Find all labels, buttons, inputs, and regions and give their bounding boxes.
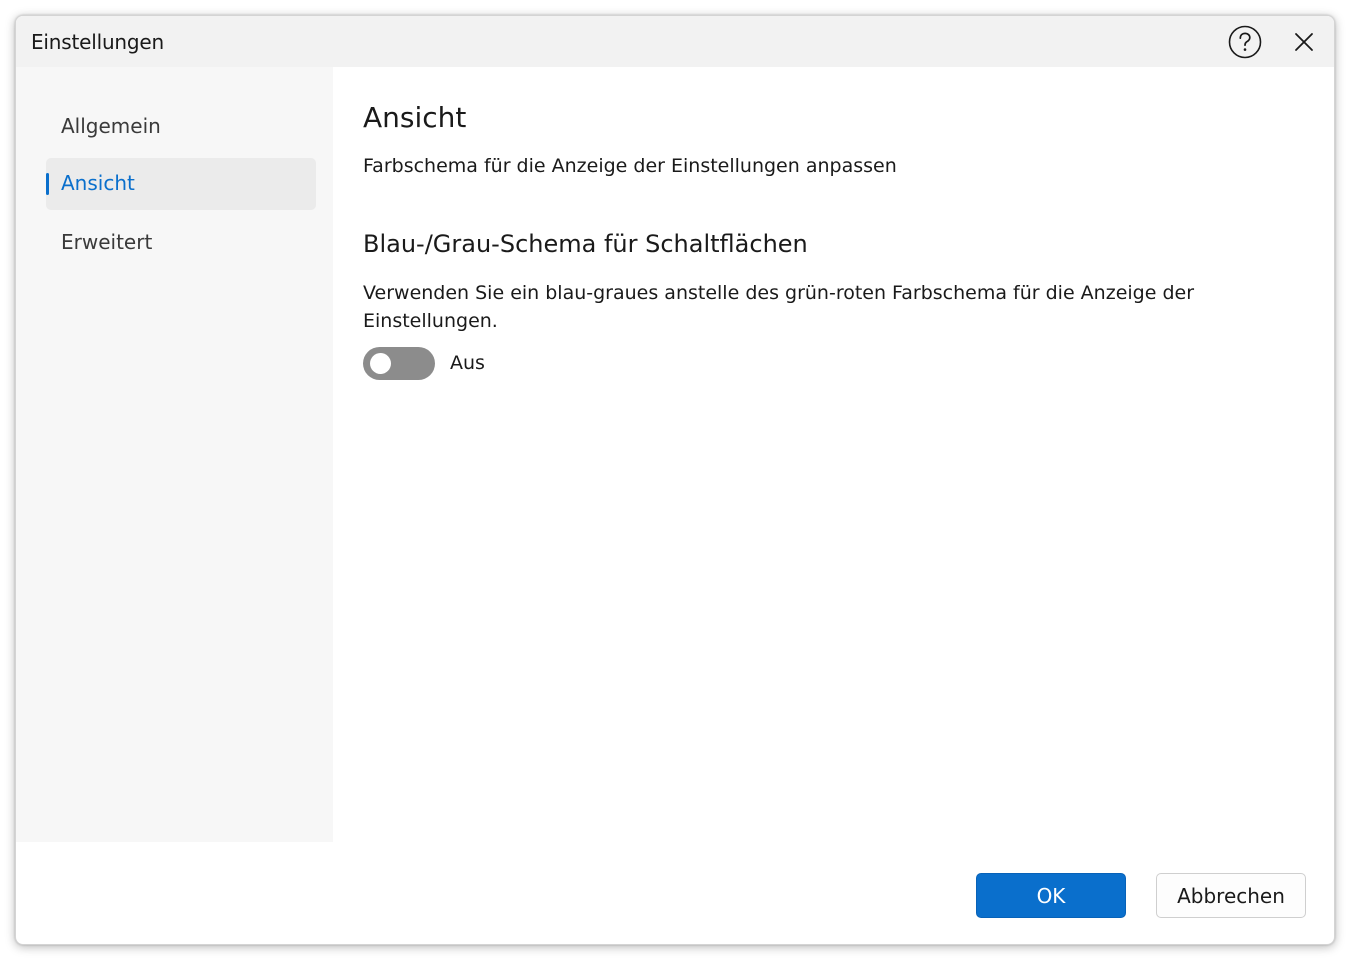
main-content: Ansicht Farbschema für die Anzeige der E… xyxy=(333,67,1334,842)
sidebar-item-allgemein[interactable]: Allgemein xyxy=(46,101,316,153)
sidebar-item-label: Ansicht xyxy=(61,171,135,195)
ok-button[interactable]: OK xyxy=(976,873,1126,918)
sidebar-item-label: Allgemein xyxy=(61,114,161,138)
section-title: Blau-/Grau-Schema für Schaltflächen xyxy=(363,230,808,258)
toggle-knob xyxy=(370,353,391,374)
question-circle-icon xyxy=(1228,25,1262,59)
sidebar-item-label: Erweitert xyxy=(61,230,153,254)
page-title: Ansicht xyxy=(363,101,467,134)
close-button[interactable] xyxy=(1288,26,1320,58)
settings-dialog: Einstellungen Allgemein Ansicht Erweiter… xyxy=(15,15,1335,945)
close-icon xyxy=(1295,33,1313,51)
sidebar-item-erweitert[interactable]: Erweitert xyxy=(46,217,316,269)
sidebar: Allgemein Ansicht Erweitert xyxy=(16,67,333,842)
blue-grey-scheme-toggle[interactable] xyxy=(363,347,435,380)
active-indicator xyxy=(46,173,49,195)
title-bar: Einstellungen xyxy=(16,16,1334,67)
section-description: Verwenden Sie ein blau-graues anstelle d… xyxy=(363,282,1195,332)
window-title: Einstellungen xyxy=(31,30,164,54)
sidebar-item-ansicht[interactable]: Ansicht xyxy=(46,158,316,210)
page-subtitle: Farbschema für die Anzeige der Einstellu… xyxy=(363,155,897,177)
cancel-button[interactable]: Abbrechen xyxy=(1156,873,1306,918)
toggle-state-label: Aus xyxy=(450,352,485,374)
help-button[interactable] xyxy=(1228,25,1262,59)
